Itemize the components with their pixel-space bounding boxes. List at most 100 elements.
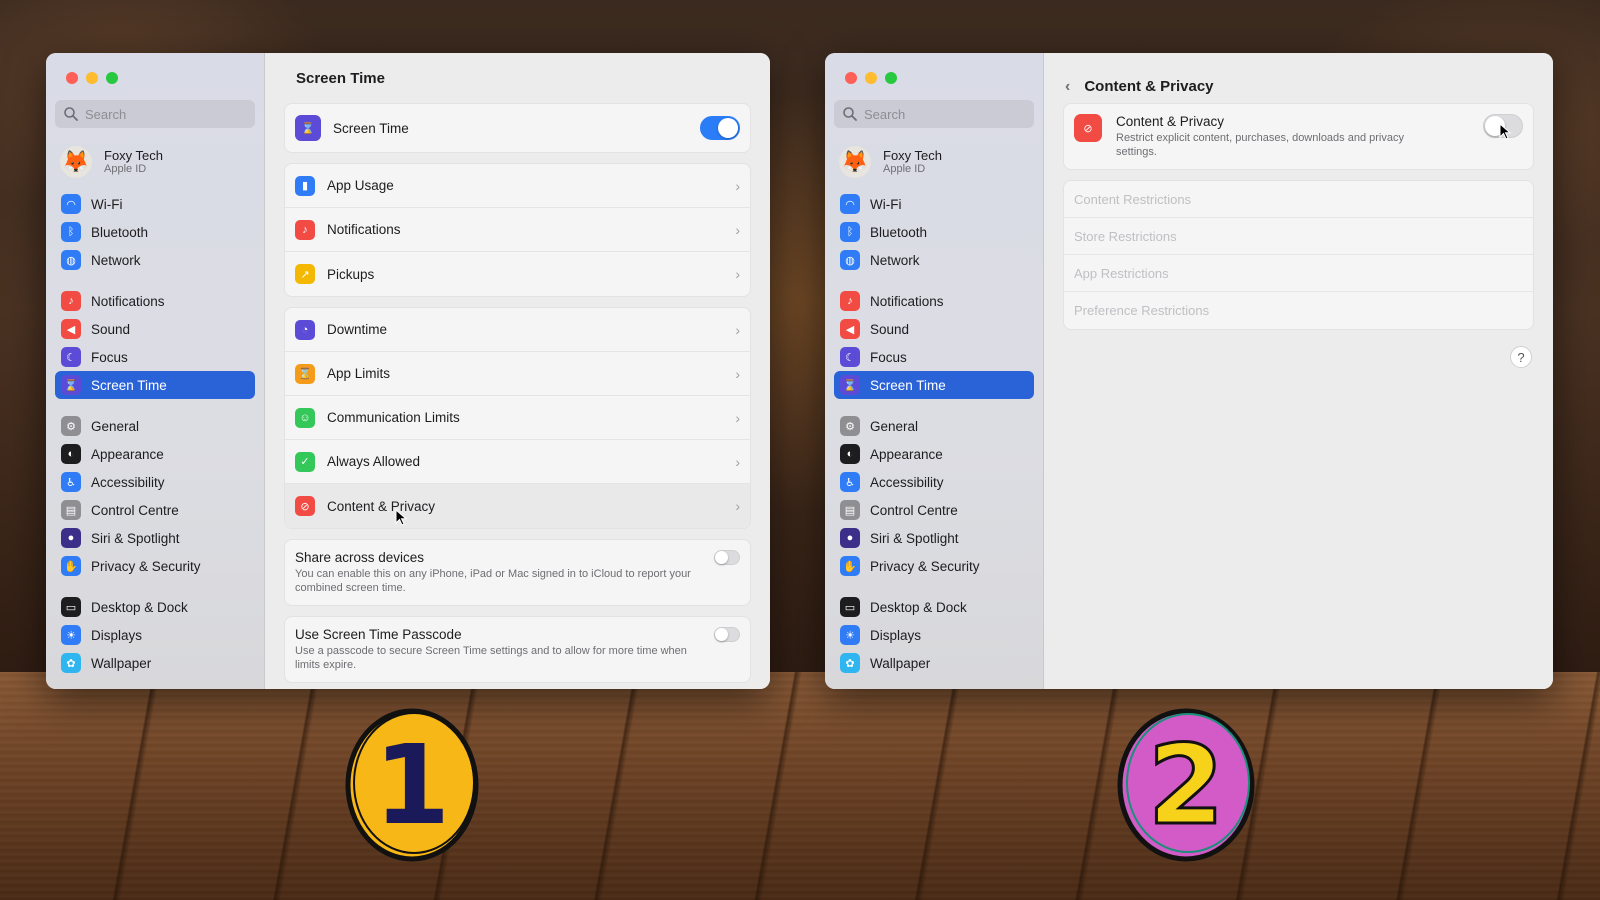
zoom-button[interactable] <box>106 72 118 84</box>
zoom-button[interactable] <box>885 72 897 84</box>
bluetooth-icon: ᛒ <box>61 222 81 242</box>
help-button[interactable]: ? <box>1510 346 1532 368</box>
no-entry-icon: ⊘ <box>295 496 315 516</box>
sidebar-item-wi-fi[interactable]: ◠ Wi-Fi <box>834 190 1034 218</box>
sidebar-item-network[interactable]: ◍ Network <box>55 246 255 274</box>
row-always-allowed[interactable]: ✓ Always Allowed › <box>285 440 750 484</box>
sidebar-item-screen-time[interactable]: ⌛ Screen Time <box>55 371 255 399</box>
screen-time-row: ⌛ Screen Time <box>285 104 750 152</box>
sidebar-item-wallpaper[interactable]: ✿ Wallpaper <box>55 649 255 677</box>
sidebar-item-desktop-dock[interactable]: ▭ Desktop & Dock <box>834 593 1034 621</box>
search-icon <box>64 107 78 121</box>
profile-sub: Apple ID <box>104 163 147 175</box>
sidebar-item-notifications[interactable]: ♪ Notifications <box>834 287 1034 315</box>
moon-icon: ☾ <box>61 347 81 367</box>
sidebar-item-accessibility[interactable]: ♿ Accessibility <box>55 468 255 496</box>
sidebar-item-desktop-dock[interactable]: ▭ Desktop & Dock <box>55 593 255 621</box>
sidebar-item-focus[interactable]: ☾ Focus <box>834 343 1034 371</box>
row-communication-limits[interactable]: ☺ Communication Limits › <box>285 396 750 440</box>
sidebar-item-focus[interactable]: ☾ Focus <box>55 343 255 371</box>
sidebar-item-label: Appearance <box>870 446 943 462</box>
row-app-usage[interactable]: ▮ App Usage › <box>285 164 750 208</box>
sidebar-item-wallpaper[interactable]: ✿ Wallpaper <box>834 649 1034 677</box>
close-button[interactable] <box>845 72 857 84</box>
hourglass-icon: ⌛ <box>840 375 860 395</box>
sidebar-group: ♪ Notifications ◀ Sound ☾ Focus ⌛ Screen Time <box>825 287 1043 399</box>
sun-icon: ☀ <box>61 625 81 645</box>
sidebar-item-label: Siri & Spotlight <box>91 530 180 546</box>
sidebar-item-appearance[interactable]: ◐ Appearance <box>834 440 1034 468</box>
wallpaper-icon: ✿ <box>840 653 860 673</box>
mouse-cursor-icon <box>395 509 408 526</box>
screen-time-toggle-card: ⌛ Screen Time <box>284 103 751 153</box>
row-label: Always Allowed <box>327 454 421 469</box>
apple-id-profile[interactable]: 🦊 Foxy Tech Apple ID <box>839 142 1043 182</box>
minimize-button[interactable] <box>86 72 98 84</box>
sidebar-item-network[interactable]: ◍ Network <box>834 246 1034 274</box>
content-privacy-desc: Restrict explicit content, purchases, do… <box>1116 132 1404 158</box>
wifi-icon: ◠ <box>61 194 81 214</box>
sidebar-item-appearance[interactable]: ◐ Appearance <box>55 440 255 468</box>
restriction-row-content-restrictions: Content Restrictions <box>1064 181 1533 218</box>
sidebar-item-privacy-security[interactable]: ✋ Privacy & Security <box>55 552 255 580</box>
sidebar-item-wi-fi[interactable]: ◠ Wi-Fi <box>55 190 255 218</box>
chevron-right-icon: › <box>735 177 740 194</box>
bell-icon: ♪ <box>295 219 315 240</box>
dock-icon: ▭ <box>61 597 81 617</box>
sidebar-item-control-centre[interactable]: ▤ Control Centre <box>834 496 1034 524</box>
sidebar-item-general[interactable]: ⚙ General <box>55 412 255 440</box>
search-field[interactable]: Search <box>55 100 255 128</box>
chevron-right-icon: › <box>735 266 740 282</box>
chevron-right-icon: › <box>735 365 740 382</box>
close-button[interactable] <box>66 72 78 84</box>
dock-icon: ▭ <box>840 597 860 617</box>
number-one-badge: 1 <box>345 708 479 862</box>
sidebar-group: ▭ Desktop & Dock ☀ Displays ✿ Wallpaper <box>825 593 1043 677</box>
hourglass-icon: ⌛ <box>295 115 321 141</box>
row-downtime[interactable]: ◔ Downtime › <box>285 308 750 352</box>
sidebar-group: ▭ Desktop & Dock ☀ Displays ✿ Wallpaper <box>46 593 264 677</box>
sidebar-item-privacy-security[interactable]: ✋ Privacy & Security <box>834 552 1034 580</box>
chevron-right-icon: › <box>735 409 740 426</box>
sidebar-item-displays[interactable]: ☀ Displays <box>55 621 255 649</box>
sidebar-item-bluetooth[interactable]: ᛒ Bluetooth <box>55 218 255 246</box>
sidebar-item-label: Network <box>91 252 141 268</box>
sidebar-item-control-centre[interactable]: ▤ Control Centre <box>55 496 255 524</box>
sidebar-item-sound[interactable]: ◀ Sound <box>834 315 1034 343</box>
bluetooth-icon: ᛒ <box>840 222 860 242</box>
sidebar-item-notifications[interactable]: ♪ Notifications <box>55 287 255 315</box>
content-privacy-header-card: ⊘ Content & Privacy Restrict explicit co… <box>1063 103 1534 170</box>
minimize-button[interactable] <box>865 72 877 84</box>
screen-time-toggle[interactable] <box>700 116 740 140</box>
sidebar-item-general[interactable]: ⚙ General <box>834 412 1034 440</box>
search-placeholder: Search <box>864 106 906 122</box>
passcode-toggle[interactable] <box>714 627 740 642</box>
sun-icon: ☀ <box>840 625 860 645</box>
siri-icon: ● <box>840 528 860 548</box>
fox-avatar-icon: 🦊 <box>60 146 92 178</box>
back-chevron-icon[interactable]: ‹ <box>1065 78 1070 96</box>
sidebar-item-sound[interactable]: ◀ Sound <box>55 315 255 343</box>
row-content-privacy[interactable]: ⊘ Content & Privacy › <box>285 484 750 528</box>
sidebar-item-label: Network <box>870 252 920 268</box>
sidebar-item-label: Bluetooth <box>91 224 149 240</box>
sidebar-item-label: Sound <box>870 321 910 337</box>
row-pickups[interactable]: ↗ Pickups › <box>285 252 750 296</box>
row-notifications[interactable]: ♪ Notifications › <box>285 208 750 252</box>
sidebar-item-siri-spotlight[interactable]: ● Siri & Spotlight <box>55 524 255 552</box>
passcode-title: Use Screen Time Passcode <box>295 627 462 642</box>
sidebar-item-siri-spotlight[interactable]: ● Siri & Spotlight <box>834 524 1034 552</box>
page-title: Content & Privacy <box>1084 78 1214 95</box>
sidebar-item-screen-time[interactable]: ⌛ Screen Time <box>834 371 1034 399</box>
apple-id-profile[interactable]: 🦊 Foxy Tech Apple ID <box>60 142 264 182</box>
sidebar-item-accessibility[interactable]: ♿ Accessibility <box>834 468 1034 496</box>
sidebar-group: ♪ Notifications ◀ Sound ☾ Focus ⌛ Screen Time <box>46 287 264 399</box>
sidebar-item-displays[interactable]: ☀ Displays <box>834 621 1034 649</box>
search-field[interactable]: Search <box>834 100 1034 128</box>
share-toggle[interactable] <box>714 550 740 565</box>
bar-chart-icon: ▮ <box>295 175 315 196</box>
chevron-right-icon: › <box>735 453 740 470</box>
sidebar-item-bluetooth[interactable]: ᛒ Bluetooth <box>834 218 1034 246</box>
row-app-limits[interactable]: ⌛ App Limits › <box>285 352 750 396</box>
checkmark-icon: ✓ <box>295 451 315 472</box>
